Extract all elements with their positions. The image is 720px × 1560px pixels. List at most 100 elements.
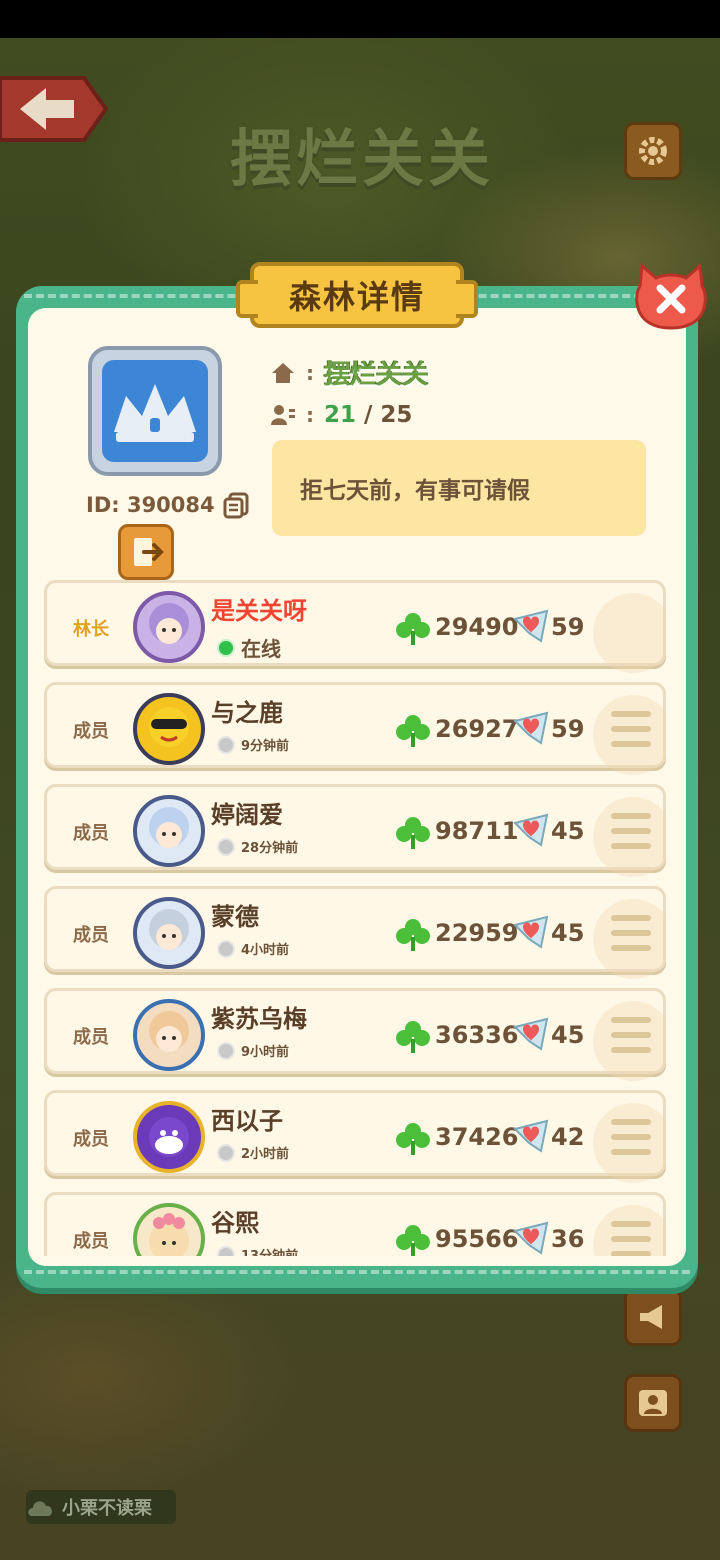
avatar[interactable] xyxy=(133,795,205,867)
avatar[interactable] xyxy=(133,897,205,969)
heart-count: 45 xyxy=(551,1021,585,1049)
heart-envelope-icon xyxy=(513,915,549,949)
forest-id-row: ID: 390084 xyxy=(86,490,251,520)
avatar[interactable] xyxy=(133,1101,205,1173)
profile-button[interactable] xyxy=(624,1374,682,1432)
bottom-tag-label: 小栗不读栗 xyxy=(62,1498,152,1519)
forest-name-row: : 摆烂关关 xyxy=(270,354,428,391)
member-menu-button[interactable] xyxy=(611,1017,651,1053)
member-row[interactable]: 成员 西以子 2小时前 37426 42 xyxy=(44,1090,666,1183)
members-icon xyxy=(271,405,295,425)
online-dot xyxy=(217,638,235,657)
member-role: 林长 xyxy=(73,619,109,640)
member-menu-button[interactable] xyxy=(611,1119,651,1155)
bottom-user-tag[interactable]: 小栗不读栗 xyxy=(26,1490,176,1524)
leave-forest-button[interactable] xyxy=(118,524,174,580)
dialog-title: 森林详情 xyxy=(288,278,425,316)
member-menu-button[interactable] xyxy=(611,915,651,951)
member-menu-button[interactable] xyxy=(611,813,651,849)
avatar[interactable] xyxy=(133,1203,205,1256)
member-role: 成员 xyxy=(73,823,109,844)
clover-icon xyxy=(396,817,430,849)
dialog-title-plate: 森林详情 xyxy=(236,262,478,328)
avatar[interactable] xyxy=(133,693,205,765)
member-row[interactable]: 成员 紫苏乌梅 9小时前 36336 45 xyxy=(44,988,666,1081)
member-status: 28分钟前 xyxy=(217,837,298,856)
clover-count: 29490 xyxy=(435,613,519,641)
back-button[interactable] xyxy=(0,72,108,146)
clover-count: 26927 xyxy=(435,715,519,743)
notice-text: 拒七天前，有事可请假 xyxy=(300,478,530,504)
status-bar xyxy=(0,0,720,38)
member-role: 成员 xyxy=(73,721,109,742)
member-name: 婷阔爱 xyxy=(211,801,283,829)
clover-icon xyxy=(396,613,430,645)
forest-name: 摆烂关关 xyxy=(324,360,429,390)
offline-dot xyxy=(217,1143,235,1162)
heart-envelope-icon xyxy=(513,609,549,643)
avatar[interactable] xyxy=(133,999,205,1071)
member-role: 成员 xyxy=(73,1231,109,1252)
settings-button[interactable] xyxy=(624,122,682,180)
forest-id: ID: 390084 xyxy=(86,493,215,517)
member-name: 蒙德 xyxy=(211,903,259,931)
gear-icon xyxy=(639,137,667,165)
announce-button[interactable] xyxy=(624,1288,682,1346)
offline-dot xyxy=(217,1041,235,1060)
cloud-icon xyxy=(28,1501,52,1516)
member-row[interactable]: 成员 婷阔爱 28分钟前 98711 45 xyxy=(44,784,666,877)
member-name: 谷熙 xyxy=(211,1209,259,1237)
copy-icon[interactable] xyxy=(221,490,251,520)
heart-count: 36 xyxy=(551,1225,585,1253)
clover-count: 98711 xyxy=(435,817,519,845)
member-row-leader[interactable]: 林长 是关关呀 在线 29490 59 xyxy=(44,580,666,673)
member-role: 成员 xyxy=(73,1027,109,1048)
member-name: 与之鹿 xyxy=(211,699,283,727)
offline-dot xyxy=(217,939,235,958)
heart-count: 42 xyxy=(551,1123,585,1151)
forest-emblem xyxy=(88,346,222,476)
forest-notice: 拒七天前，有事可请假 xyxy=(272,440,646,536)
heart-envelope-icon xyxy=(513,711,549,745)
member-row[interactable]: 成员 与之鹿 9分钟前 26927 59 xyxy=(44,682,666,775)
exit-icon xyxy=(134,538,164,566)
clover-icon xyxy=(396,1225,430,1256)
clover-count: 37426 xyxy=(435,1123,519,1151)
offline-dot xyxy=(217,837,235,856)
heart-count: 45 xyxy=(551,919,585,947)
member-list[interactable]: 林长 是关关呀 在线 29490 59 成员 与之鹿 9分钟前 26927 59 xyxy=(44,580,666,1256)
member-count: 21 / 25 xyxy=(324,402,413,428)
member-row[interactable]: 成员 谷熙 13分钟前 95566 36 xyxy=(44,1192,666,1256)
person-card-icon xyxy=(639,1390,667,1416)
member-name: 是关关呀 xyxy=(211,597,307,625)
member-role: 成员 xyxy=(73,1129,109,1150)
member-menu-button[interactable] xyxy=(611,1221,651,1256)
member-count-row: : 21 / 25 xyxy=(270,402,412,428)
member-status: 13分钟前 xyxy=(217,1245,298,1256)
member-status: 4小时前 xyxy=(217,939,289,958)
background-forest-title: 摆烂关关 xyxy=(230,122,495,195)
member-status: 2小时前 xyxy=(217,1143,289,1162)
clover-icon xyxy=(396,919,430,951)
heart-envelope-icon xyxy=(513,1119,549,1153)
member-row[interactable]: 成员 蒙德 4小时前 22959 45 xyxy=(44,886,666,979)
avatar[interactable] xyxy=(133,591,205,663)
heart-count: 59 xyxy=(551,715,585,743)
home-icon xyxy=(272,362,294,383)
clover-count: 95566 xyxy=(435,1225,519,1253)
heart-envelope-icon xyxy=(513,1017,549,1051)
member-status: 9分钟前 xyxy=(217,735,289,754)
member-menu-button[interactable] xyxy=(611,711,651,747)
clover-count: 36336 xyxy=(435,1021,519,1049)
clover-icon xyxy=(396,1123,430,1155)
offline-dot xyxy=(217,1245,235,1256)
megaphone-icon xyxy=(640,1305,662,1329)
clover-icon xyxy=(396,1021,430,1053)
close-button[interactable] xyxy=(634,262,708,332)
member-name: 紫苏乌梅 xyxy=(211,1005,307,1033)
heart-envelope-icon xyxy=(513,813,549,847)
member-role: 成员 xyxy=(73,925,109,946)
heart-count: 45 xyxy=(551,817,585,845)
heart-envelope-icon xyxy=(513,1221,549,1255)
clover-icon xyxy=(396,715,430,747)
